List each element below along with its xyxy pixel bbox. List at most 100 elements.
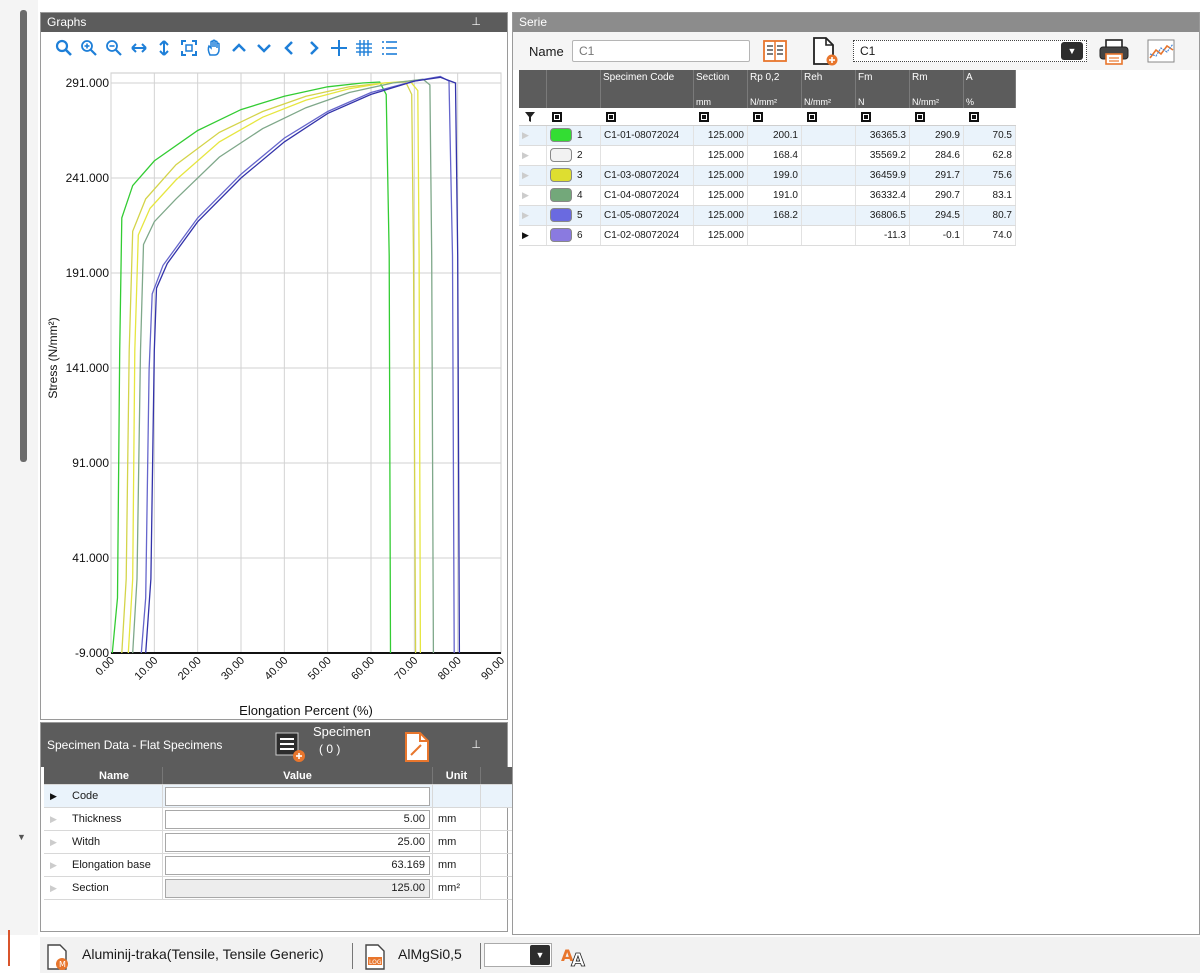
scroll-down-arrow-icon[interactable]: ▼ bbox=[17, 832, 26, 842]
column-header[interactable]: Fm N bbox=[856, 70, 910, 108]
specimen-row[interactable]: ▶ Code bbox=[44, 785, 522, 808]
stress-strain-chart[interactable]: -9.00041.00091.000141.000191.000241.0002… bbox=[41, 63, 507, 719]
filter-checkbox[interactable] bbox=[807, 111, 817, 122]
scrollbar-thumb[interactable] bbox=[20, 10, 27, 462]
svg-text:A: A bbox=[571, 950, 585, 969]
chevron-down-icon[interactable] bbox=[253, 37, 275, 59]
outer-scrollbar[interactable]: ▼ bbox=[0, 0, 38, 966]
pan-hand-icon[interactable] bbox=[203, 37, 225, 59]
specimen-data-panel: Specimen Data - Flat Specimens Specimen … bbox=[40, 722, 522, 932]
font-size-icon[interactable]: AA bbox=[560, 943, 592, 971]
filter-checkbox[interactable] bbox=[861, 111, 871, 122]
specimen-file-link-icon[interactable] bbox=[403, 729, 433, 763]
x-tick-label: 30.00 bbox=[219, 655, 247, 683]
specimen-code-cell: C1-04-08072024 bbox=[601, 186, 694, 205]
specimen-row[interactable]: ▶ Section 125.00 mm² bbox=[44, 877, 522, 900]
section-cell: 125.000 bbox=[694, 206, 748, 225]
series-color-cell[interactable]: 4 bbox=[547, 186, 601, 205]
chevron-down-icon[interactable]: ▼ bbox=[530, 945, 550, 965]
color-swatch[interactable] bbox=[550, 168, 572, 183]
filter-checkbox[interactable] bbox=[969, 111, 979, 122]
column-header[interactable]: Reh N/mm² bbox=[802, 70, 856, 108]
legend-list-icon[interactable] bbox=[378, 37, 400, 59]
serie-row[interactable]: ▶ 4 C1-04-08072024 125.000 191.0 36332.4 290.7… bbox=[519, 186, 1016, 206]
series-color-cell[interactable]: 1 bbox=[547, 126, 601, 145]
series-color-cell[interactable]: 3 bbox=[547, 166, 601, 185]
pin-icon[interactable]: ⊥ bbox=[471, 13, 481, 32]
filter-checkbox[interactable] bbox=[606, 111, 616, 122]
color-swatch[interactable] bbox=[550, 148, 572, 163]
pin-icon[interactable]: ⊥ bbox=[471, 723, 481, 767]
row-indicator-icon: ▶ bbox=[519, 146, 547, 165]
y-axis-label: Stress (N/mm²) bbox=[46, 317, 60, 398]
row-indicator-icon: ▶ bbox=[50, 814, 57, 824]
chevron-left-icon[interactable] bbox=[278, 37, 300, 59]
row-indicator-icon: ▶ bbox=[519, 126, 547, 145]
method-label[interactable]: Aluminij-traka(Tensile, Tensile Generic) bbox=[82, 946, 324, 962]
serie-grid-view-icon[interactable] bbox=[762, 38, 790, 64]
serie-row[interactable]: ▶ 2 125.000 168.4 35569.2 284.6 62.8 bbox=[519, 146, 1016, 166]
specimen-button-label[interactable]: Specimen bbox=[313, 725, 371, 739]
x-tick-label: 40.00 bbox=[263, 655, 291, 683]
column-header[interactable] bbox=[547, 70, 601, 108]
column-header[interactable]: A% bbox=[964, 70, 1016, 108]
specimen-field-value[interactable]: 5.00 bbox=[165, 810, 430, 829]
column-header[interactable]: Rp 0,2 N/mm² bbox=[748, 70, 802, 108]
serie-select[interactable]: C1 bbox=[853, 40, 1087, 62]
specimen-row[interactable]: ▶ Witdh 25.00 mm bbox=[44, 831, 522, 854]
specimen-field-value[interactable]: 25.00 bbox=[165, 833, 430, 852]
x-tick-label: 20.00 bbox=[176, 655, 204, 683]
chevron-down-icon[interactable]: ▼ bbox=[1061, 42, 1083, 60]
color-swatch[interactable] bbox=[550, 228, 572, 243]
chevron-right-icon[interactable] bbox=[303, 37, 325, 59]
color-swatch[interactable] bbox=[550, 208, 572, 223]
serie-grid-filter-row bbox=[519, 108, 1016, 126]
chart-report-icon[interactable] bbox=[1146, 38, 1176, 64]
serie-row[interactable]: ▶ 5 C1-05-08072024 125.000 168.2 36806.5 294.5… bbox=[519, 206, 1016, 226]
specimen-row[interactable]: ▶ Elongation base 63.169 mm bbox=[44, 854, 522, 877]
column-header-unit: N bbox=[858, 97, 865, 107]
filter-checkbox[interactable] bbox=[753, 111, 763, 122]
serie-row[interactable]: ▶ 6 C1-02-08072024 125.000 -11.3 -0.1 74.0 bbox=[519, 226, 1016, 246]
add-specimen-list-icon[interactable] bbox=[273, 729, 307, 763]
color-swatch[interactable] bbox=[550, 188, 572, 203]
print-icon[interactable] bbox=[1098, 38, 1130, 66]
rm-cell: 290.9 bbox=[910, 126, 964, 145]
rm-cell: 290.7 bbox=[910, 186, 964, 205]
chevron-up-icon[interactable] bbox=[228, 37, 250, 59]
column-header[interactable]: Section mm bbox=[694, 70, 748, 108]
specimen-field-value[interactable] bbox=[165, 787, 430, 806]
material-label[interactable]: AlMgSi0,5 bbox=[398, 946, 462, 962]
method-file-icon[interactable]: M bbox=[46, 943, 68, 970]
color-swatch[interactable] bbox=[550, 128, 572, 143]
column-header[interactable]: Rm N/mm² bbox=[910, 70, 964, 108]
zoom-in-icon[interactable] bbox=[78, 37, 100, 59]
separator bbox=[480, 943, 481, 969]
filter-checkbox[interactable] bbox=[915, 111, 925, 122]
specimen-row[interactable]: ▶ Thickness 5.00 mm bbox=[44, 808, 522, 831]
crosshair-icon[interactable] bbox=[328, 37, 350, 59]
serie-row[interactable]: ▶ 3 C1-03-08072024 125.000 199.0 36459.9 291.7… bbox=[519, 166, 1016, 186]
stretch-horizontal-icon[interactable] bbox=[128, 37, 150, 59]
stretch-vertical-icon[interactable] bbox=[153, 37, 175, 59]
serie-row[interactable]: ▶ 1 C1-01-08072024 125.000 200.1 36365.3 290.9… bbox=[519, 126, 1016, 146]
filter-icon[interactable] bbox=[519, 108, 547, 125]
filter-checkbox[interactable] bbox=[699, 111, 709, 122]
name-label: Name bbox=[529, 44, 564, 59]
specimen-field-name: Section bbox=[66, 877, 163, 899]
series-color-cell[interactable]: 5 bbox=[547, 206, 601, 225]
series-color-cell[interactable]: 2 bbox=[547, 146, 601, 165]
filter-checkbox[interactable] bbox=[552, 111, 562, 122]
search-icon[interactable] bbox=[53, 37, 75, 59]
serie-name-input[interactable]: C1 bbox=[572, 40, 750, 62]
log-file-icon[interactable]: LOG bbox=[364, 943, 386, 970]
column-header[interactable]: Specimen Code bbox=[601, 70, 694, 108]
series-color-cell[interactable]: 6 bbox=[547, 226, 601, 245]
fit-icon[interactable] bbox=[178, 37, 200, 59]
grid-icon[interactable] bbox=[353, 37, 375, 59]
column-header-label: Section bbox=[696, 72, 730, 83]
rp02-cell: 191.0 bbox=[748, 186, 802, 205]
new-serie-document-icon[interactable] bbox=[810, 36, 840, 66]
specimen-field-value[interactable]: 63.169 bbox=[165, 856, 430, 875]
zoom-out-icon[interactable] bbox=[103, 37, 125, 59]
